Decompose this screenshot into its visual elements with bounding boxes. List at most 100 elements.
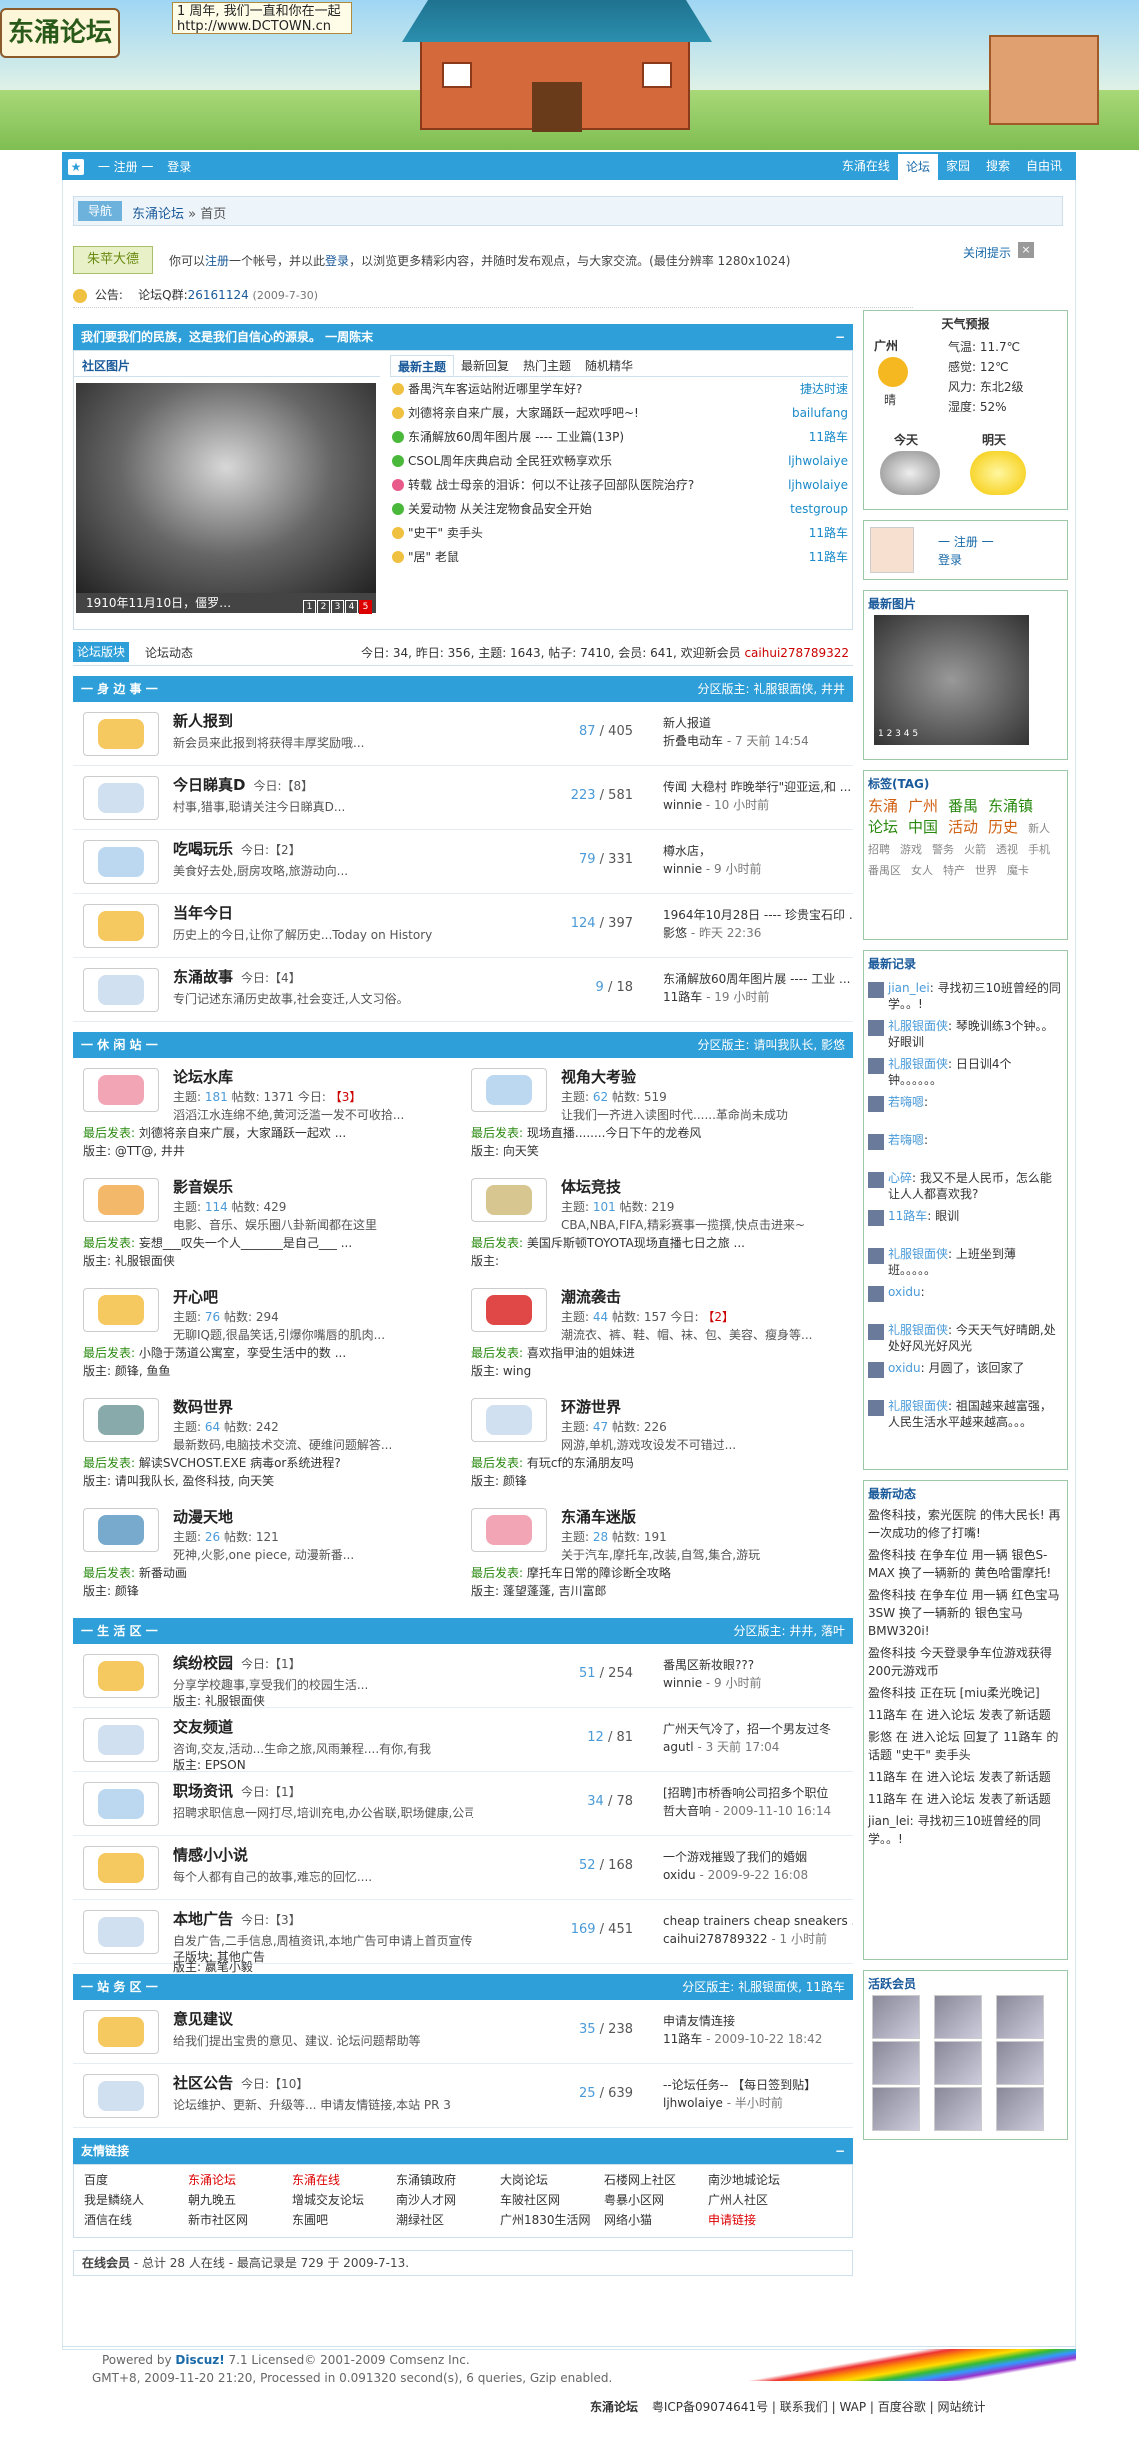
record-user[interactable]: 11路车 bbox=[888, 1209, 927, 1223]
last-post-title[interactable]: 美国斥斯顿TOYOTA现场直播七日之旅 ... bbox=[527, 1236, 745, 1250]
record-user[interactable]: oxidu bbox=[888, 1361, 921, 1375]
friend-link[interactable]: 申请链接 bbox=[708, 2211, 756, 2228]
last-post-author[interactable]: winnie bbox=[663, 798, 702, 812]
footer-link[interactable]: 百度谷歌 bbox=[878, 2400, 926, 2414]
friend-link[interactable]: 南沙地城论坛 bbox=[708, 2171, 780, 2188]
thread-item[interactable]: 东涌解放60周年图片展 ---- 工业篇(13P) 11路车 bbox=[390, 425, 848, 449]
event-item[interactable]: 影悠 在 进入论坛 回复了 11路车 的话题 "史干" 卖手头 bbox=[868, 1728, 1063, 1764]
thread-author[interactable]: 11路车 bbox=[809, 521, 848, 545]
tag-link[interactable]: 女人 bbox=[911, 861, 933, 881]
notice-qq-link[interactable]: 26161124 bbox=[188, 288, 249, 302]
tag-link[interactable]: 透视 bbox=[996, 840, 1018, 860]
new-picture-nums[interactable]: 1 2 3 4 5 bbox=[878, 729, 918, 739]
last-post-author[interactable]: oxidu bbox=[663, 1868, 696, 1882]
last-post-title[interactable]: 现场直播........今日下午的龙卷风 bbox=[527, 1126, 702, 1140]
newest-member-link[interactable]: caihui278789322 bbox=[744, 646, 849, 660]
record-user[interactable]: 礼服银面侠 bbox=[888, 1247, 948, 1261]
friend-link[interactable]: 东涌在线 bbox=[292, 2171, 340, 2188]
nav-item-search[interactable]: 搜索 bbox=[978, 152, 1018, 180]
tab-forum-activity[interactable]: 论坛动态 bbox=[145, 644, 193, 661]
record-user[interactable]: oxidu bbox=[888, 1285, 921, 1299]
tag-link[interactable]: 手机 bbox=[1028, 840, 1050, 860]
thread-author[interactable]: 捷达时速 bbox=[800, 377, 848, 401]
friend-link[interactable]: 网络小猫 bbox=[604, 2211, 652, 2228]
forum-name-link[interactable]: 开心吧 bbox=[173, 1288, 218, 1306]
forum-name-link[interactable]: 论坛水库 bbox=[173, 1068, 233, 1086]
tab-random-digest[interactable]: 随机精华 bbox=[578, 355, 640, 376]
last-post-author[interactable]: ljhwolaiye bbox=[663, 2096, 723, 2110]
last-post-title[interactable]: 摩托车日常的障诊断全攻略 bbox=[527, 1566, 671, 1580]
last-post-title[interactable]: 喜欢指甲油的姐妹进 bbox=[527, 1346, 635, 1360]
online-label[interactable]: 在线会员 bbox=[82, 2256, 130, 2270]
thread-author[interactable]: 11路车 bbox=[809, 545, 848, 569]
tag-link[interactable]: 世界 bbox=[975, 861, 997, 881]
last-post-title[interactable]: 1964年10月28日 ---- 珍贵宝石印 ... bbox=[663, 906, 853, 924]
last-post-title[interactable]: 刘德将亲自来广展，大家踊跃一起欢 ... bbox=[139, 1126, 346, 1140]
forum-name-link[interactable]: 今日睇真D bbox=[173, 776, 245, 794]
forum-name-link[interactable]: 缤纷校园 bbox=[173, 1654, 233, 1672]
friend-link[interactable]: 广州人社区 bbox=[708, 2191, 768, 2208]
slide-image[interactable] bbox=[76, 383, 376, 593]
last-post-title[interactable]: 申请友情连接 bbox=[663, 2012, 853, 2030]
member-avatar[interactable] bbox=[996, 2087, 1044, 2131]
friend-link[interactable]: 增城交友论坛 bbox=[292, 2191, 364, 2208]
collapse-icon[interactable]: − bbox=[835, 324, 845, 350]
last-post-author[interactable]: winnie bbox=[663, 862, 702, 876]
last-post-author[interactable]: winnie bbox=[663, 1676, 702, 1690]
slogan-url[interactable]: http://www.DCTOWN.cn bbox=[177, 19, 347, 34]
close-tip-link[interactable]: 关闭提示 bbox=[963, 244, 1011, 261]
friend-link[interactable]: 酒信在线 bbox=[84, 2211, 132, 2228]
collapse-icon[interactable]: − bbox=[835, 2138, 845, 2164]
thread-item[interactable]: 关爱动物 从关注宠物食品安全开始 testgroup bbox=[390, 497, 848, 521]
slide-caption-text[interactable]: 1910年11月10日，僵罗… bbox=[86, 596, 231, 610]
tab-latest-replies[interactable]: 最新回复 bbox=[454, 355, 516, 376]
member-avatar[interactable] bbox=[996, 1995, 1044, 2039]
last-post-title[interactable]: 番禺区新妆眼??? bbox=[663, 1656, 853, 1674]
thread-title[interactable]: 转载 战士母亲的泪诉：何以不让孩子回部队医院治疗? bbox=[408, 478, 694, 492]
friend-link[interactable]: 粤暴小区网 bbox=[604, 2191, 664, 2208]
nav-item-online[interactable]: 东涌在线 bbox=[834, 152, 898, 180]
friend-link[interactable]: 朝九晚五 bbox=[188, 2191, 236, 2208]
new-picture-image[interactable] bbox=[874, 615, 1029, 745]
tag-link[interactable]: 广州 bbox=[908, 796, 938, 816]
last-post-title[interactable]: 樽水店， bbox=[663, 842, 853, 860]
last-post-title[interactable]: 解读SVCHOST.EXE 病毒or系统进程? bbox=[139, 1456, 341, 1470]
thread-item[interactable]: "居" 老鼠 11路车 bbox=[390, 545, 848, 569]
thread-title[interactable]: 东涌解放60周年图片展 ---- 工业篇(13P) bbox=[408, 430, 624, 444]
event-item[interactable]: 11路车 在 进入论坛 发表了新话题 bbox=[868, 1768, 1063, 1786]
last-post-author[interactable]: agutl bbox=[663, 1740, 694, 1754]
tag-link[interactable]: 番禺 bbox=[948, 796, 978, 816]
thread-author[interactable]: 11路车 bbox=[809, 425, 848, 449]
nav-item-free[interactable]: 自由讯 bbox=[1018, 152, 1070, 180]
event-item[interactable]: 盈佟科技 今天登录争车位游戏获得200元游戏币 bbox=[868, 1644, 1063, 1680]
tag-link[interactable]: 游戏 bbox=[900, 840, 922, 860]
last-post-title[interactable]: cheap trainers cheap sneakers ... bbox=[663, 1912, 853, 1930]
thread-title[interactable]: 关爱动物 从关注宠物食品安全开始 bbox=[408, 502, 592, 516]
last-post-author[interactable]: 11路车 bbox=[663, 2032, 702, 2046]
thread-item[interactable]: 转载 战士母亲的泪诉：何以不让孩子回部队医院治疗? ljhwolaiye bbox=[390, 473, 848, 497]
nav-item-home[interactable]: 家园 bbox=[938, 152, 978, 180]
event-item[interactable]: 盈佟科技 在争车位 用一辆 红色宝马3SW 换了一辆新的 银色宝马BMW320i… bbox=[868, 1586, 1063, 1640]
section-mods[interactable]: 分区版主: 请叫我队长, 影悠 bbox=[698, 1032, 846, 1058]
friend-link[interactable]: 广州1830生活网 bbox=[500, 2211, 591, 2228]
event-item[interactable]: jian_lei: 寻找初三10班曾经的同学。。! bbox=[868, 1812, 1063, 1848]
slide-num-1[interactable]: 1 bbox=[303, 600, 316, 614]
tag-link[interactable]: 火箭 bbox=[964, 840, 986, 860]
thread-author[interactable]: ljhwolaiye bbox=[788, 473, 848, 497]
member-avatar[interactable] bbox=[934, 2087, 982, 2131]
forum-name-link[interactable]: 新人报到 bbox=[173, 712, 233, 730]
slide-num-3[interactable]: 3 bbox=[331, 600, 344, 614]
friend-link[interactable]: 南沙人才网 bbox=[396, 2191, 456, 2208]
footer-link[interactable]: 粤ICP备09074641号 bbox=[652, 2400, 768, 2414]
last-post-title[interactable]: 一个游戏摧毁了我们的婚姻 bbox=[663, 1848, 853, 1866]
event-item[interactable]: 11路车 在 进入论坛 发表了新话题 bbox=[868, 1706, 1063, 1724]
record-user[interactable]: 礼服银面侠 bbox=[888, 1399, 948, 1413]
forum-name-link[interactable]: 东涌车迷版 bbox=[561, 1508, 636, 1526]
forum-name-link[interactable]: 吃喝玩乐 bbox=[173, 840, 233, 858]
sidebar-login-link[interactable]: 登录 bbox=[938, 551, 994, 569]
thread-title[interactable]: "史干" 卖手头 bbox=[408, 526, 483, 540]
record-user[interactable]: 若嗨嗯 bbox=[888, 1133, 924, 1147]
friend-link[interactable]: 大岗论坛 bbox=[500, 2171, 548, 2188]
thread-author[interactable]: ljhwolaiye bbox=[788, 449, 848, 473]
forum-name-link[interactable]: 意见建议 bbox=[173, 2010, 233, 2028]
